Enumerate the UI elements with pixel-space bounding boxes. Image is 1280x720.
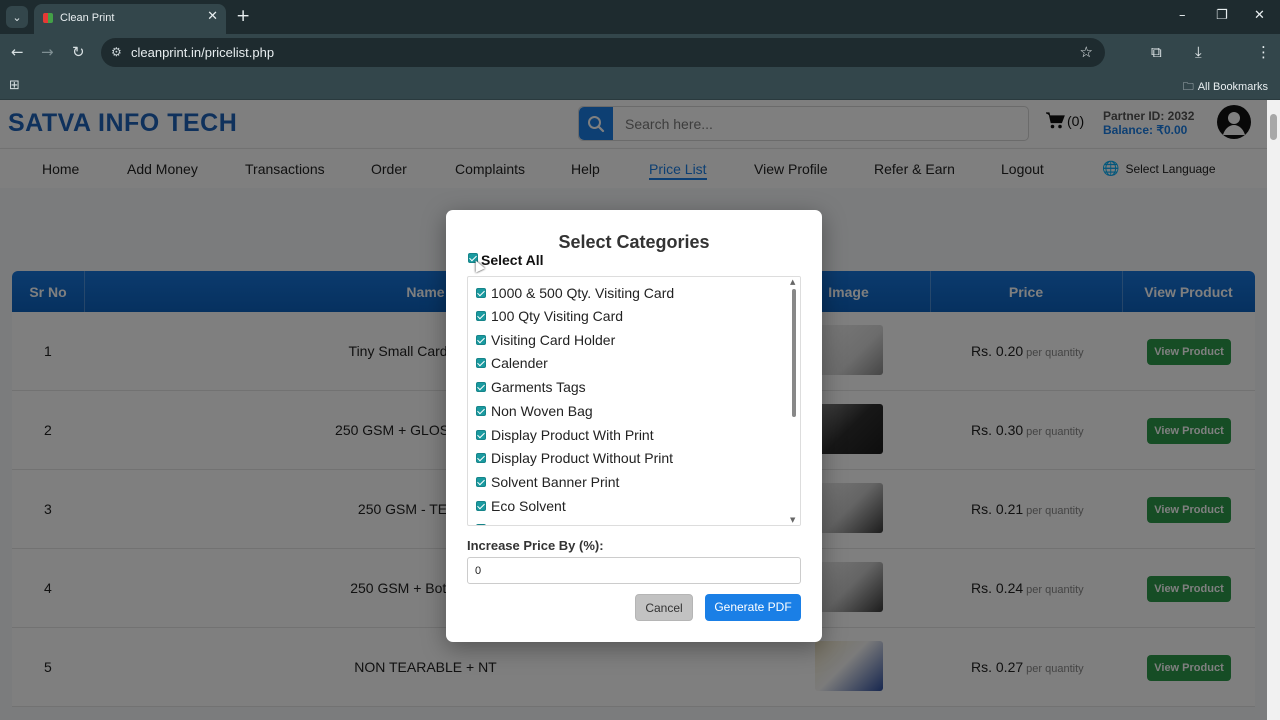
category-checkbox[interactable] xyxy=(476,382,486,392)
category-checkbox[interactable] xyxy=(476,430,486,440)
all-bookmarks-label: All Bookmarks xyxy=(1197,81,1268,93)
category-scroll-thumb[interactable] xyxy=(792,289,796,417)
increase-price-label: Increase Price By (%): xyxy=(467,538,604,553)
window-minimize-icon[interactable]: – xyxy=(1179,8,1186,23)
browser-tab[interactable]: Clean Print ✕ xyxy=(34,4,226,34)
bookmarks-bar: ⊞ 🗀 All Bookmarks xyxy=(0,72,1280,100)
category-checkbox[interactable] xyxy=(476,311,486,321)
category-label: Display Product With Print xyxy=(491,427,654,443)
category-label: Garments Tags xyxy=(491,379,586,395)
scroll-up-arrow-icon[interactable]: ▲ xyxy=(790,278,795,286)
category-checkbox[interactable] xyxy=(476,524,486,525)
category-list: 1000 & 500 Qty. Visiting Card 100 Qty Vi… xyxy=(467,276,801,526)
cancel-button[interactable]: Cancel xyxy=(635,594,693,621)
window-close-icon[interactable]: ✕ xyxy=(1254,8,1265,23)
category-label: Eco Solvent xyxy=(491,498,566,514)
page-scrollbar[interactable] xyxy=(1267,100,1280,720)
folder-icon: 🗀 xyxy=(1182,80,1194,93)
category-label: Visiting Card Holder xyxy=(491,332,616,348)
reload-icon[interactable]: ↻ xyxy=(72,43,85,61)
bookmark-star-icon[interactable]: ☆ xyxy=(1080,43,1093,61)
window-restore-icon[interactable]: ❐ xyxy=(1216,8,1228,23)
category-list-scrollbar[interactable]: ▲ ▼ xyxy=(788,277,800,525)
category-label: 1000 & 500 Qty. Visiting Card xyxy=(491,285,675,301)
all-bookmarks-button[interactable]: 🗀 All Bookmarks xyxy=(1183,78,1268,97)
category-checkbox[interactable] xyxy=(476,288,486,298)
browser-toolbar: ← → ↻ ⚙ cleanprint.in/pricelist.php ☆ 13… xyxy=(0,34,1280,96)
category-label: Solvent Banner Print xyxy=(491,474,620,490)
extensions-puzzle-icon[interactable]: ⧉ xyxy=(1151,43,1162,61)
page-viewport: SATVA INFO TECH (0) Partner ID: 2032 Bal… xyxy=(0,100,1280,720)
modal-title: Select Categories xyxy=(558,232,710,252)
scroll-down-arrow-icon[interactable]: ▼ xyxy=(790,516,795,524)
tab-title: Clean Print xyxy=(60,12,115,24)
increase-price-input[interactable] xyxy=(467,557,801,584)
category-checkbox[interactable] xyxy=(476,477,486,487)
download-icon[interactable]: ⤓ xyxy=(1195,43,1202,61)
address-bar[interactable]: ⚙ cleanprint.in/pricelist.php ☆ xyxy=(101,38,1105,67)
category-checkbox[interactable] xyxy=(476,358,486,368)
category-checkbox[interactable] xyxy=(476,501,486,511)
category-label: Non Woven Bag xyxy=(491,403,593,419)
category-checkbox[interactable] xyxy=(476,335,486,345)
category-label: 100 Qty Visiting Card xyxy=(491,308,624,324)
select-categories-modal: Select Categories Select All 1000 & 500 … xyxy=(446,210,822,642)
address-url[interactable]: cleanprint.in/pricelist.php xyxy=(131,45,274,60)
page-scrollbar-thumb[interactable] xyxy=(1270,114,1277,140)
browser-tab-bar: ⌄ Clean Print ✕ + – ❐ ✕ xyxy=(0,0,1280,34)
category-checkbox[interactable] xyxy=(476,406,486,416)
site-favicon-icon xyxy=(43,13,53,23)
back-arrow-icon[interactable]: ← xyxy=(11,43,24,61)
forward-arrow-icon[interactable]: → xyxy=(41,43,54,61)
category-label: Display Product Without Print xyxy=(491,450,674,466)
apps-grid-icon[interactable]: ⊞ xyxy=(9,78,20,93)
generate-pdf-button[interactable]: Generate PDF xyxy=(705,594,801,621)
category-label: Calender xyxy=(491,355,548,371)
select-all-label[interactable]: Select All xyxy=(481,252,544,268)
tab-close-icon[interactable]: ✕ xyxy=(207,9,218,24)
tab-search-chevron-icon[interactable]: ⌄ xyxy=(6,6,28,28)
site-info-icon[interactable]: ⚙ xyxy=(111,45,122,59)
browser-menu-icon[interactable]: ⋮ xyxy=(1256,43,1271,61)
new-tab-plus-icon[interactable]: + xyxy=(236,6,250,26)
category-checkbox[interactable] xyxy=(476,453,486,463)
